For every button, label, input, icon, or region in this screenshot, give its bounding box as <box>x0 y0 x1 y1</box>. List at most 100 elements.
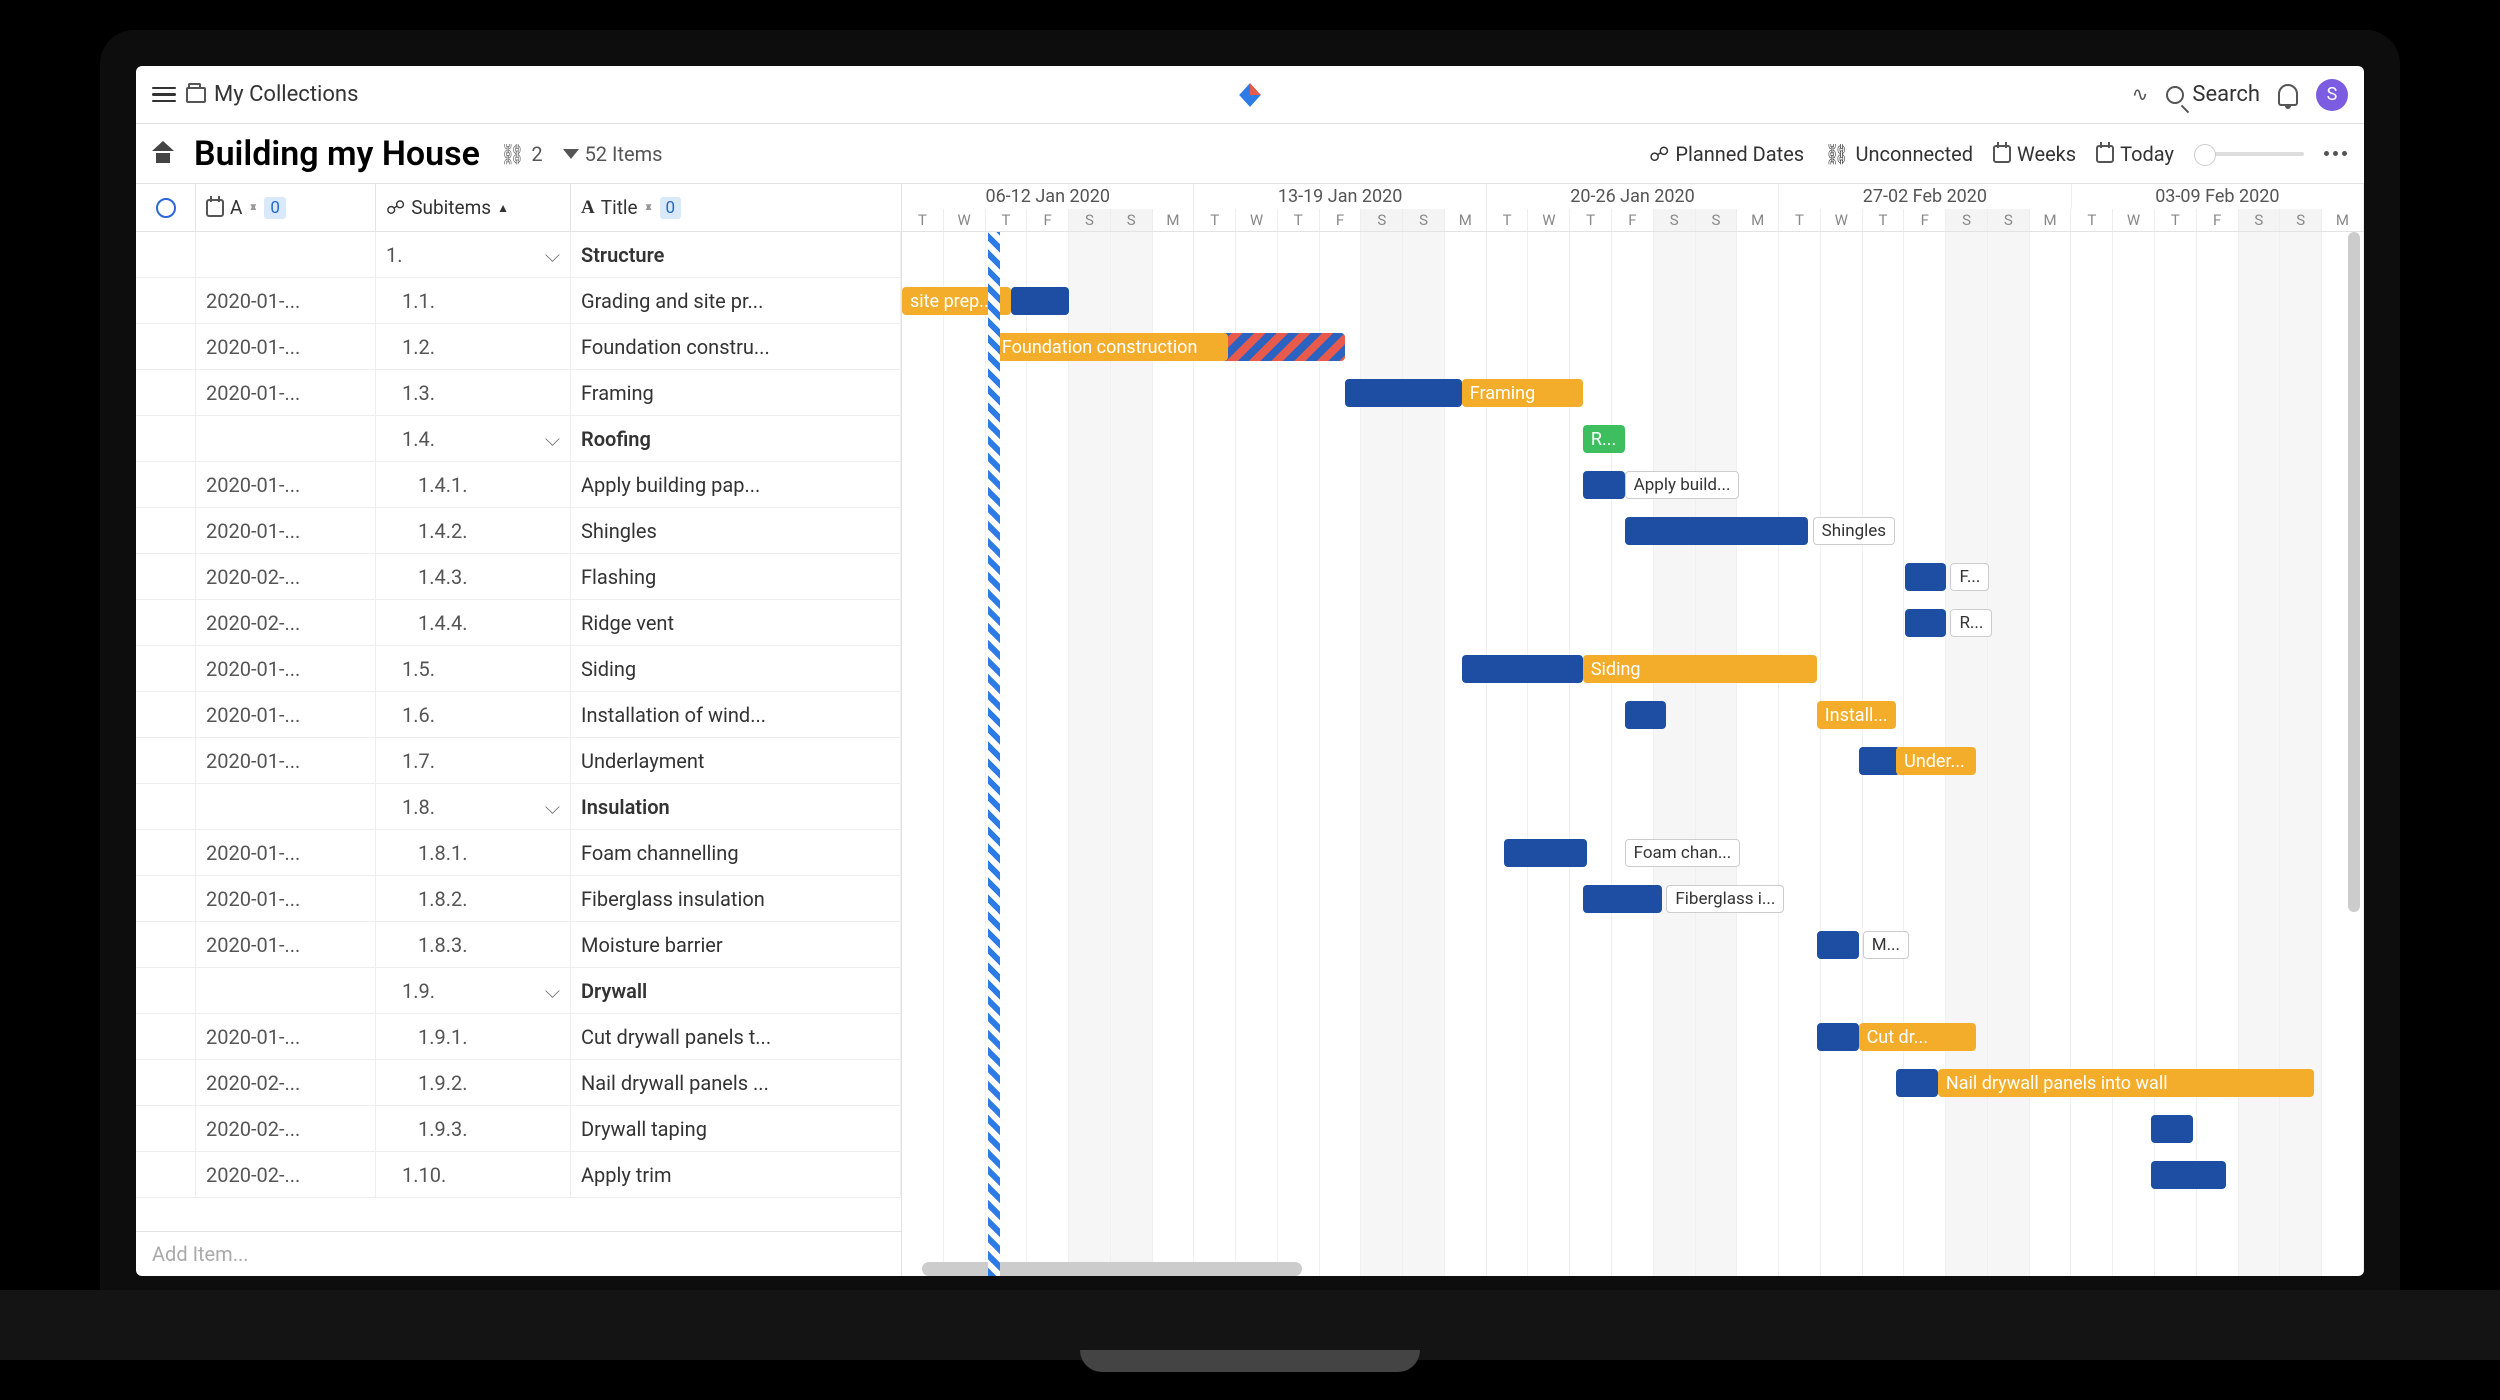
home-icon[interactable] <box>152 143 174 165</box>
horizontal-scrollbar[interactable] <box>922 1262 1302 1276</box>
gantt-bar[interactable] <box>1462 655 1583 683</box>
chevron-down-icon[interactable]: ⌵ <box>545 979 560 1003</box>
day-header: S <box>1361 209 1403 231</box>
week-header[interactable]: 06-12 Jan 2020 <box>902 184 1194 209</box>
more-icon[interactable] <box>2324 151 2348 156</box>
table-row[interactable]: 1.⌵Structure <box>136 232 901 278</box>
vertical-scrollbar[interactable] <box>2348 232 2360 912</box>
avatar[interactable]: S <box>2316 79 2348 111</box>
table-row[interactable]: 2020-02-...1.10.Apply trim <box>136 1152 901 1198</box>
table-row[interactable]: 1.8.⌵Insulation <box>136 784 901 830</box>
table-row[interactable]: 2020-01-...1.3.Framing <box>136 370 901 416</box>
status-column-header[interactable] <box>136 184 196 231</box>
planned-dates-button[interactable]: ☍ Planned Dates <box>1649 142 1804 166</box>
date-column-header[interactable]: A ▲▼ 0 <box>196 184 376 231</box>
tree-icon: ☍ <box>386 196 405 219</box>
chevron-down-icon[interactable]: ⌵ <box>545 795 560 819</box>
bell-icon[interactable] <box>2278 84 2298 106</box>
week-header[interactable]: 13-19 Jan 2020 <box>1194 184 1486 209</box>
table-row[interactable]: 2020-01-...1.2.Foundation constru... <box>136 324 901 370</box>
breadcrumb[interactable]: My Collections <box>186 82 358 107</box>
link-count[interactable]: ⛓ 2 <box>500 142 543 166</box>
table-row[interactable]: 1.4.⌵Roofing <box>136 416 901 462</box>
gantt-bar[interactable]: R... <box>1583 425 1625 453</box>
table-row[interactable]: 2020-01-...1.8.3.Moisture barrier <box>136 922 901 968</box>
gantt-bar[interactable] <box>1504 839 1588 867</box>
search-button[interactable]: Search <box>2166 82 2260 107</box>
table-row[interactable]: 2020-01-...1.4.2.Shingles <box>136 508 901 554</box>
calendar-icon <box>1993 145 2011 163</box>
add-item-input[interactable]: Add Item... <box>136 1231 901 1276</box>
gantt-label[interactable]: Fiberglass i... <box>1666 885 1784 913</box>
table-row[interactable]: 2020-01-...1.5.Siding <box>136 646 901 692</box>
gantt-label[interactable]: R... <box>1950 609 1992 637</box>
hamburger-menu-icon[interactable] <box>152 87 176 103</box>
gantt-bar[interactable] <box>1859 747 1901 775</box>
day-header: S <box>1696 209 1738 231</box>
table-row[interactable]: 2020-02-...1.9.3.Drywall taping <box>136 1106 901 1152</box>
gantt-bar[interactable] <box>1345 379 1462 407</box>
gantt-bar[interactable] <box>2151 1161 2226 1189</box>
gantt-bar[interactable] <box>1583 471 1625 499</box>
table-row[interactable]: 2020-01-...1.7.Underlayment <box>136 738 901 784</box>
zoom-slider[interactable] <box>2194 152 2304 156</box>
gantt-bar[interactable]: Nail drywall panels into wall <box>1938 1069 2314 1097</box>
gantt-bar[interactable] <box>1583 885 1662 913</box>
gantt-bar[interactable]: Install... <box>1817 701 1896 729</box>
funnel-icon <box>563 149 579 159</box>
table-row[interactable]: 2020-01-...1.4.1.Apply building pap... <box>136 462 901 508</box>
day-header: T <box>1779 209 1821 231</box>
gantt-bar[interactable] <box>1896 1069 1938 1097</box>
table-row[interactable]: 2020-01-...1.9.1.Cut drywall panels t... <box>136 1014 901 1060</box>
top-toolbar: My Collections ∿ Search S <box>136 66 2364 124</box>
table-row[interactable]: 2020-02-...1.4.3.Flashing <box>136 554 901 600</box>
activity-icon[interactable]: ∿ <box>2132 82 2149 108</box>
gantt-bar[interactable] <box>1905 609 1947 637</box>
gantt-label[interactable]: Foam chan... <box>1625 839 1741 867</box>
table-row[interactable]: 2020-01-...1.8.1.Foam channelling <box>136 830 901 876</box>
day-header: S <box>2239 209 2281 231</box>
gantt-bar[interactable]: Cut dr... <box>1859 1023 1976 1051</box>
gantt-bar[interactable] <box>1905 563 1947 591</box>
filter-count[interactable]: 52 Items <box>563 142 663 166</box>
day-header: M <box>2322 209 2364 231</box>
gantt-label[interactable]: M... <box>1863 931 1909 959</box>
chevron-down-icon[interactable]: ⌵ <box>545 243 560 267</box>
gantt-bar[interactable] <box>1011 287 1069 315</box>
gantt-bar[interactable]: Foundation construction <box>994 333 1228 361</box>
subitems-column-header[interactable]: ☍ Subitems ▲ <box>376 184 571 231</box>
table-row[interactable]: 1.9.⌵Drywall <box>136 968 901 1014</box>
gantt-bar[interactable] <box>2151 1115 2193 1143</box>
gantt-bar[interactable]: Framing <box>1462 379 1583 407</box>
gantt-label[interactable]: Shingles <box>1813 517 1895 545</box>
chevron-down-icon[interactable]: ⌵ <box>545 427 560 451</box>
gantt-label[interactable]: Apply build... <box>1625 471 1740 499</box>
app-logo-icon[interactable] <box>1237 82 1263 108</box>
table-row[interactable]: 2020-02-...1.4.4.Ridge vent <box>136 600 901 646</box>
day-header: W <box>1821 209 1863 231</box>
table-row[interactable]: 2020-01-...1.8.2.Fiberglass insulation <box>136 876 901 922</box>
week-header[interactable]: 03-09 Feb 2020 <box>2072 184 2364 209</box>
title-column-header[interactable]: A Title ▲▼ 0 <box>571 184 901 231</box>
table-panel: A ▲▼ 0 ☍ Subitems ▲ A Title ▲▼ 0 <box>136 184 902 1276</box>
search-icon <box>2166 86 2184 104</box>
table-row[interactable]: 2020-01-...1.6.Installation of wind... <box>136 692 901 738</box>
gantt-bar[interactable] <box>1625 701 1667 729</box>
table-row[interactable]: 2020-01-...1.1.Grading and site pr... <box>136 278 901 324</box>
day-header: W <box>1236 209 1278 231</box>
weeks-button[interactable]: Weeks <box>1993 142 2076 166</box>
table-row[interactable]: 2020-02-...1.9.2.Nail drywall panels ... <box>136 1060 901 1106</box>
week-header[interactable]: 20-26 Jan 2020 <box>1487 184 1779 209</box>
gantt-bar[interactable]: Siding <box>1583 655 1817 683</box>
day-header: F <box>1320 209 1362 231</box>
gantt-label[interactable]: F... <box>1950 563 1989 591</box>
today-button[interactable]: Today <box>2096 142 2174 166</box>
page-title: Building my House <box>194 134 480 174</box>
day-header: F <box>1904 209 1946 231</box>
gantt-bar[interactable] <box>1817 931 1859 959</box>
gantt-bar[interactable] <box>1817 1023 1859 1051</box>
gantt-bar[interactable]: Under... <box>1896 747 1975 775</box>
unconnected-button[interactable]: ⛓ Unconnected <box>1824 142 1973 166</box>
week-header[interactable]: 27-02 Feb 2020 <box>1779 184 2071 209</box>
gantt-bar[interactable] <box>1625 517 1809 545</box>
